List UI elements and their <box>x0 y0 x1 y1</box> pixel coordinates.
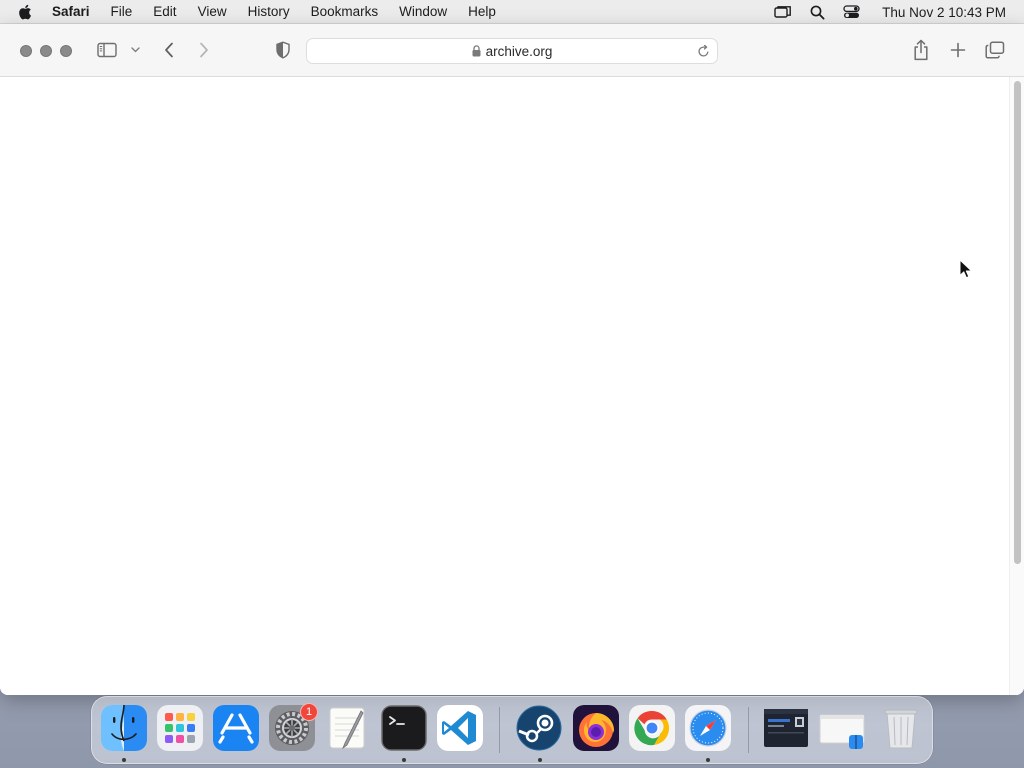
menu-window[interactable]: Window <box>399 4 447 19</box>
menu-bar: Safari File Edit View History Bookmarks … <box>0 0 1024 24</box>
textedit-icon[interactable] <box>325 705 371 751</box>
mouse-pointer-icon <box>959 259 973 279</box>
vscode-icon[interactable] <box>437 705 483 751</box>
menu-edit[interactable]: Edit <box>153 4 176 19</box>
dock: 1 <box>91 696 933 764</box>
new-tab-icon[interactable] <box>947 39 969 61</box>
back-icon[interactable] <box>159 40 179 60</box>
menu-history[interactable]: History <box>248 4 290 19</box>
finder-icon[interactable] <box>101 705 147 751</box>
close-window-button[interactable] <box>20 45 32 57</box>
screen-mirroring-icon[interactable] <box>774 5 792 19</box>
address-bar[interactable]: archive.org <box>306 38 718 64</box>
share-icon[interactable] <box>910 38 932 62</box>
forward-icon[interactable] <box>194 40 214 60</box>
window-thumbnail-icon[interactable] <box>763 705 809 751</box>
safari-window: archive.org <box>0 24 1024 695</box>
dock-separator <box>748 707 749 753</box>
tab-overview-icon[interactable] <box>984 39 1006 61</box>
app-store-icon[interactable] <box>213 705 259 751</box>
running-indicator <box>402 758 406 762</box>
trash-icon[interactable] <box>878 705 924 751</box>
steam-icon[interactable] <box>516 705 562 751</box>
running-indicator <box>122 758 126 762</box>
terminal-icon[interactable] <box>381 705 427 751</box>
zoom-window-button[interactable] <box>60 45 72 57</box>
menu-view[interactable]: View <box>198 4 227 19</box>
spotlight-search-icon[interactable] <box>810 5 825 20</box>
window-controls <box>20 45 80 57</box>
address-bar-url: archive.org <box>485 43 553 59</box>
menu-file[interactable]: File <box>111 4 133 19</box>
lock-icon <box>472 44 481 57</box>
chevron-down-icon[interactable] <box>129 41 141 59</box>
safari-icon[interactable] <box>685 705 731 751</box>
menu-help[interactable]: Help <box>468 4 496 19</box>
dock-separator <box>499 707 500 753</box>
chrome-icon[interactable] <box>629 705 675 751</box>
apple-logo-icon[interactable] <box>18 3 36 21</box>
running-indicator <box>706 758 710 762</box>
scrollbar-thumb[interactable] <box>1014 81 1021 564</box>
reload-icon[interactable] <box>695 43 711 59</box>
menu-bookmarks[interactable]: Bookmarks <box>311 4 379 19</box>
menu-app-safari[interactable]: Safari <box>52 4 90 19</box>
web-content-area[interactable] <box>0 77 1024 695</box>
sidebar-icon[interactable] <box>96 40 118 60</box>
minimize-window-button[interactable] <box>40 45 52 57</box>
control-center-icon[interactable] <box>843 5 860 19</box>
finder-window-thumbnail-icon[interactable] <box>819 705 865 751</box>
notification-badge: 1 <box>300 703 318 721</box>
safari-toolbar: archive.org <box>0 24 1024 77</box>
firefox-icon[interactable] <box>573 705 619 751</box>
running-indicator <box>538 758 542 762</box>
vertical-scrollbar[interactable] <box>1009 77 1024 695</box>
privacy-shield-icon[interactable] <box>273 40 293 60</box>
launchpad-icon[interactable] <box>157 705 203 751</box>
menubar-clock[interactable]: Thu Nov 2 10:43 PM <box>882 5 1006 20</box>
